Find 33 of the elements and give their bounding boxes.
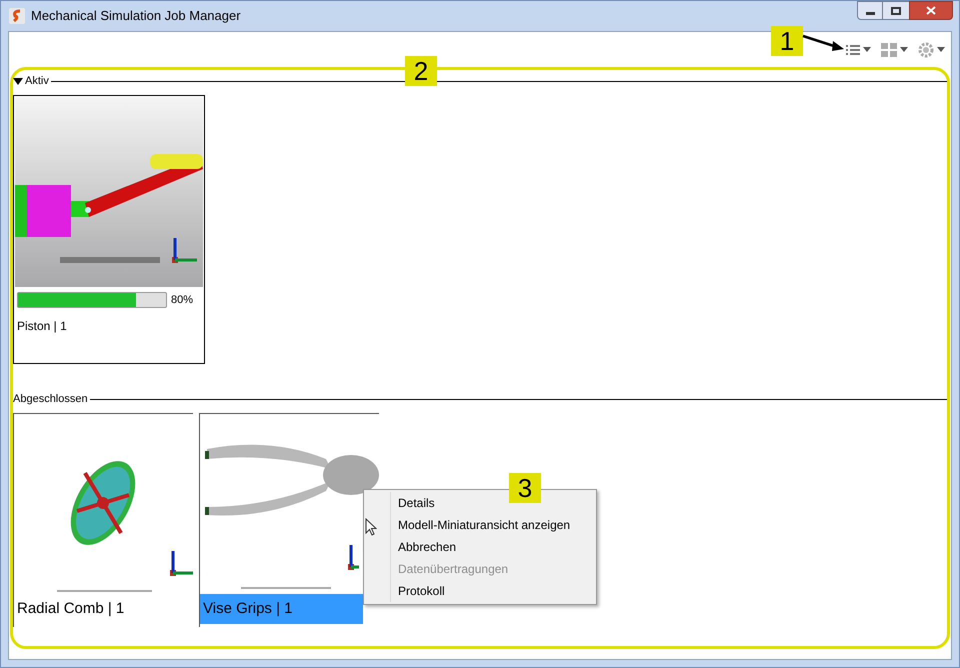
mouse-pointer-icon: [365, 518, 377, 536]
job-card[interactable]: 80% Piston | 1: [13, 95, 205, 364]
minimize-button[interactable]: [857, 1, 883, 20]
job-name: Vise Grips | 1: [200, 594, 363, 624]
progress-reading: 80%: [171, 293, 194, 308]
caret-icon: [863, 47, 871, 52]
layout-button[interactable]: [881, 42, 908, 56]
job-name: Radial Comb | 1: [16, 599, 126, 619]
section-title: Aktiv: [25, 74, 49, 89]
collapse-triangle-icon[interactable]: [13, 78, 23, 84]
maximize-button[interactable]: [883, 1, 909, 20]
caret-icon: [900, 47, 908, 52]
callout-label: 2: [405, 56, 437, 86]
axis-triad-icon: [348, 545, 359, 570]
job-card[interactable]: Vise Grips | 1: [199, 413, 379, 627]
axis-triad-icon: [170, 551, 193, 576]
list-view-button[interactable]: [846, 44, 871, 56]
pointer-arrow-icon: [801, 34, 845, 52]
app-logo-icon: [9, 8, 25, 24]
close-button[interactable]: [909, 1, 953, 20]
section-title: Abgeschlossen: [13, 392, 88, 407]
settings-icon: [918, 42, 934, 58]
window-title: Mechanical Simulation Job Manager: [31, 7, 241, 26]
grid-icon: [881, 42, 897, 56]
axis-triad-icon: [172, 238, 197, 263]
job-name: Piston | 1: [16, 318, 68, 334]
callout-label: 1: [771, 26, 803, 56]
settings-button[interactable]: [918, 42, 945, 58]
job-card[interactable]: Radial Comb | 1: [13, 413, 193, 627]
close-icon: [926, 6, 936, 15]
caret-icon: [937, 47, 945, 52]
callout-label: 3: [509, 473, 541, 503]
list-icon: [846, 44, 860, 56]
